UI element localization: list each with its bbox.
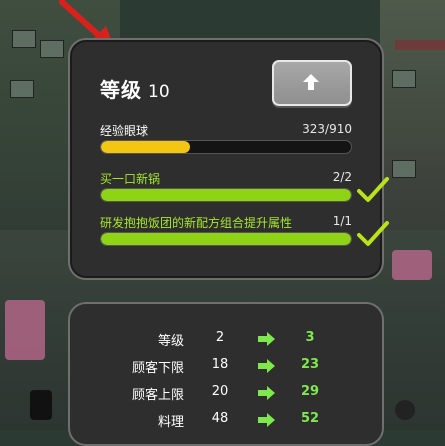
stat-name: 顾客下限 [131,361,184,376]
character-head [395,400,415,420]
progress-bar-fill [101,141,190,153]
stat-current-value: 20 [211,384,229,399]
stat-next-value: 29 [300,384,320,399]
window [392,160,416,178]
stat-name: 顾客上限 [131,388,184,403]
right-arrow-icon [258,386,275,400]
window [10,80,34,98]
progress-label: 经验眼球 [100,124,149,138]
progress-bar [100,232,352,246]
progress-label: 研发抱抱饭团的新配方组合提升属性 [100,216,293,230]
level-title-label: 等级 [100,78,142,102]
stats-panel: 等级 2 3 顾客下限 18 23 顾客上限 20 29 料理 48 52 [68,302,384,446]
right-arrow-icon [258,359,275,373]
level-title: 等级 10 [100,74,170,103]
right-arrow-icon [258,332,275,346]
progress-value: 2/2 [332,170,352,184]
progress-bar-fill [101,233,351,245]
stat-name: 等级 [157,334,184,349]
stat-name: 料理 [157,415,184,430]
pipe [395,40,445,50]
sign [5,300,45,360]
progress-label: 买一口新锅 [100,172,161,186]
right-arrow-icon [258,413,275,427]
stat-next-value: 52 [300,411,320,426]
progress-bar-fill [101,189,351,201]
level-up-panel: 等级 10 经验眼球 323/910 买一口新锅 2/2 研发抱抱饭团的新配方组合提升属性… [68,38,389,280]
stat-row: 顾客上限 20 29 [70,384,382,406]
character-figure [30,390,52,420]
checkmark-icon [357,221,389,246]
level-number: 10 [148,82,170,102]
window [392,70,416,88]
upgrade-button[interactable] [272,60,352,106]
stat-current-value: 18 [211,357,229,372]
checkmark-icon [357,177,389,202]
stat-current-value: 2 [215,330,225,345]
progress-value: 1/1 [332,214,352,228]
stat-next-value: 3 [305,330,315,345]
progress-bar [100,188,352,202]
stat-next-value: 23 [300,357,320,372]
sign [392,250,432,280]
stat-row: 顾客下限 18 23 [70,357,382,379]
up-arrow-icon [303,74,319,90]
progress-value: 323/910 [302,122,352,136]
window [12,30,36,48]
progress-bar [100,140,352,154]
stat-current-value: 48 [211,411,229,426]
stat-row: 等级 2 3 [70,330,382,352]
